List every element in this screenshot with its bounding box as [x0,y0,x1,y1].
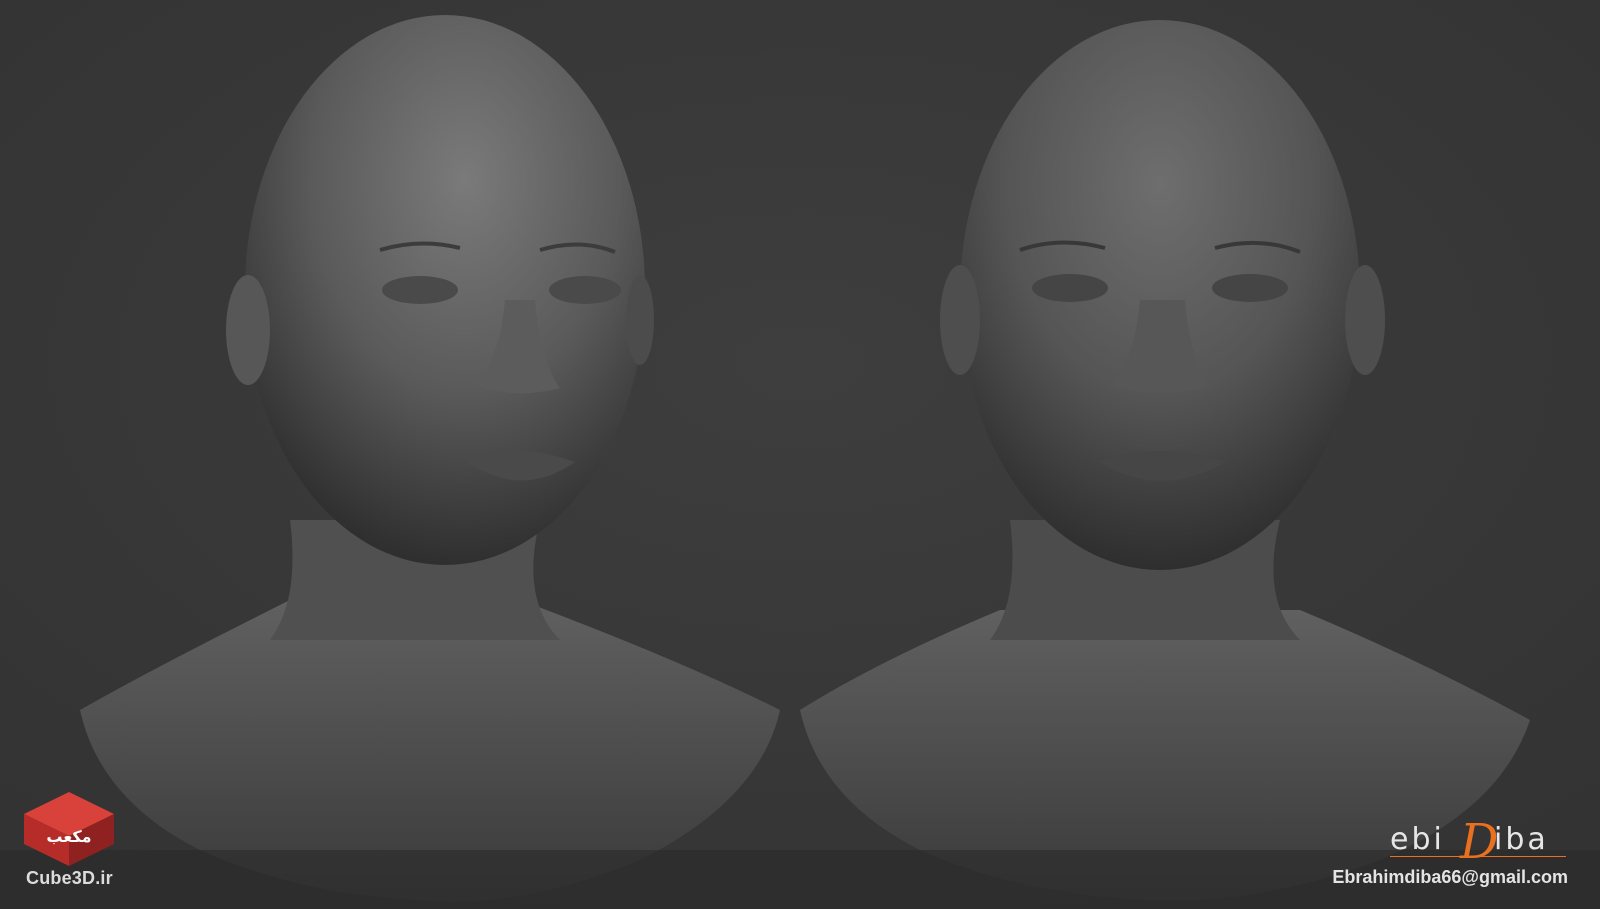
left-ear-right [626,275,654,365]
site-label: Cube3D.ir [26,868,113,888]
logo-glyph: مکعب [46,827,91,846]
signature-part1: ebi [1390,822,1445,857]
signature-accent: D [1460,814,1499,870]
signature: ebi D iba [1390,814,1580,870]
render-canvas [0,0,1600,909]
right-ear-right [1345,265,1385,375]
signature-underline [1390,856,1566,857]
right-head [960,20,1360,570]
right-ear-left [940,265,980,375]
author-email: Ebrahimdiba66@gmail.com [1332,867,1568,887]
signature-part2: iba [1494,822,1549,857]
left-ear-left [226,275,270,385]
